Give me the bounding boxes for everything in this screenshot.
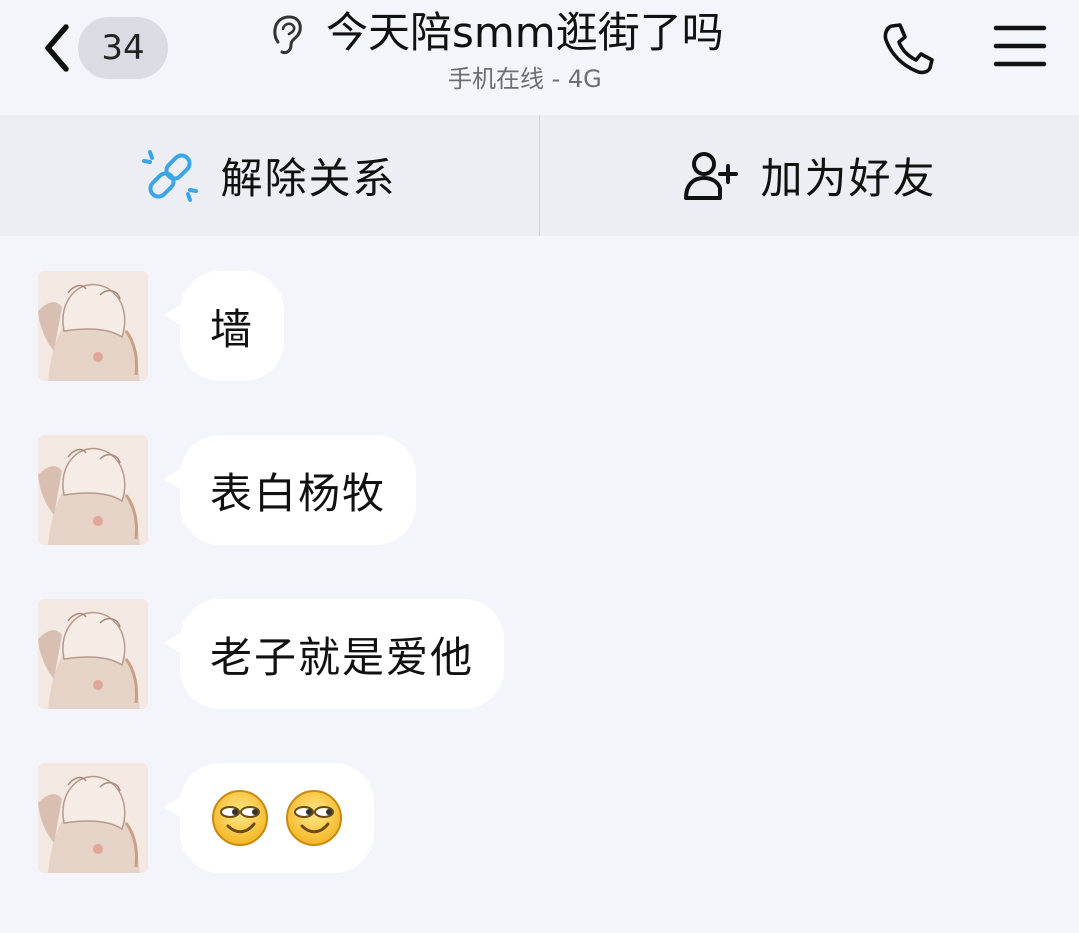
chat-header: 34 今天陪smm逛街了吗 手机在线 - 4G (0, 0, 1079, 115)
avatar[interactable] (38, 271, 148, 381)
message-bubble[interactable]: 墙 (163, 271, 285, 381)
add-friend-label: 加为好友 (760, 154, 937, 203)
relationship-action-bar: 解除关系 加为好友 (0, 115, 1079, 236)
message-bubble[interactable]: 表白杨牧 (163, 435, 417, 545)
message-bubble[interactable] (164, 763, 374, 873)
add-user-icon (682, 148, 739, 204)
message-list[interactable]: 墙 表白杨牧 老子就是爱他 (0, 236, 1079, 933)
avatar[interactable] (38, 763, 148, 873)
message-row: 墙 (38, 271, 285, 383)
message-row (38, 763, 374, 875)
hamburger-menu-icon (993, 25, 1047, 67)
smirk-face-icon (212, 790, 268, 846)
broken-link-icon (142, 148, 199, 204)
unlink-label: 解除关系 (220, 154, 397, 203)
message-row: 表白杨牧 (38, 435, 417, 547)
avatar[interactable] (38, 435, 148, 545)
back-button[interactable]: 34 (38, 17, 173, 79)
chat-title: 今天陪smm逛街了吗 (326, 8, 724, 57)
smirk-face-icon (286, 790, 342, 846)
message-row: 老子就是爱他 (38, 599, 505, 711)
unlink-relationship-button[interactable]: 解除关系 (0, 115, 539, 236)
chevron-left-icon (38, 21, 76, 75)
chat-title-area[interactable]: 今天陪smm逛街了吗 手机在线 - 4G (270, 4, 790, 104)
add-friend-button[interactable]: 加为好友 (540, 115, 1079, 236)
phone-icon (883, 23, 934, 75)
online-status: 手机在线 - 4G (448, 65, 602, 93)
menu-button[interactable] (992, 18, 1050, 74)
unread-count-badge: 34 (78, 17, 168, 79)
avatar[interactable] (38, 599, 148, 709)
ear-icon (270, 12, 306, 58)
phone-call-button[interactable] (878, 18, 938, 78)
message-bubble[interactable]: 老子就是爱他 (163, 599, 505, 709)
